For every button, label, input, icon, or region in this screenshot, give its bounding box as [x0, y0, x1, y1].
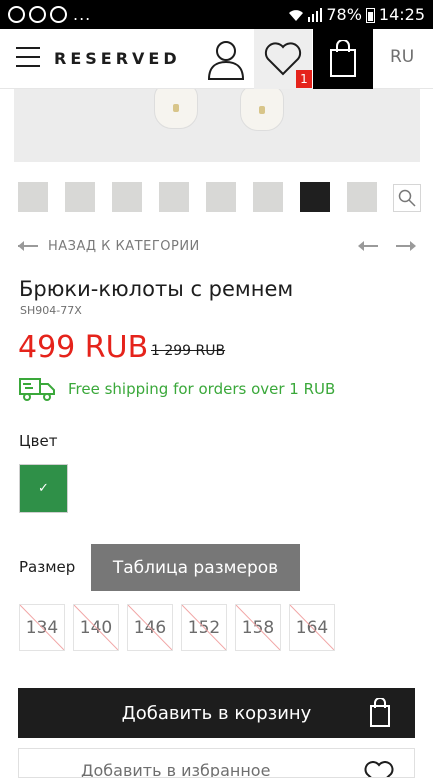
- wifi-icon: [289, 9, 304, 21]
- status-bar: ... 78% 14:25: [0, 0, 433, 29]
- magnifier-icon: [398, 189, 416, 207]
- truck-icon: [19, 378, 55, 401]
- system-icons: 78% 14:25: [288, 5, 425, 24]
- menu-icon[interactable]: [16, 47, 40, 67]
- color-swatch-green[interactable]: ✓: [19, 464, 68, 513]
- gallery-thumbnails: [18, 182, 377, 212]
- product-image[interactable]: [14, 89, 420, 162]
- size-options: 134 140 146 152 158 164: [19, 604, 335, 651]
- add-to-cart-button[interactable]: Добавить в корзину: [18, 688, 415, 738]
- battery-percent: 78%: [326, 5, 362, 24]
- product-image-shoe-right: [240, 89, 284, 131]
- size-option-unavailable[interactable]: 158: [235, 604, 281, 651]
- wishlist-count-badge: 1: [296, 70, 312, 88]
- gallery-thumb[interactable]: [253, 182, 283, 212]
- previous-product-arrow-icon[interactable]: [358, 241, 378, 251]
- add-to-favorites-button[interactable]: Добавить в избранное: [18, 748, 415, 778]
- gallery-thumb[interactable]: [347, 182, 377, 212]
- signal-icon: [308, 7, 323, 22]
- logo[interactable]: RESERVED: [54, 49, 181, 68]
- app-notification-icon: [50, 6, 67, 23]
- product-image-shoe-left: [154, 89, 198, 129]
- free-shipping-notice: Free shipping for orders over 1 RUB: [18, 376, 335, 402]
- gallery-thumb[interactable]: [159, 182, 189, 212]
- product-title: Брюки-кюлоты с ремнем: [19, 277, 294, 301]
- shopping-bag-icon: [330, 40, 356, 77]
- add-to-cart-label: Добавить в корзину: [121, 702, 312, 724]
- gallery-thumb[interactable]: [112, 182, 142, 212]
- gallery-thumb-active[interactable]: [300, 182, 330, 212]
- back-to-category-link[interactable]: НАЗАД К КАТЕГОРИИ: [48, 239, 200, 254]
- strike-through-icon: [236, 605, 280, 650]
- whatsapp-icon: [8, 6, 25, 23]
- site-header: RESERVED 1 RU: [0, 29, 433, 89]
- notification-icons: ...: [8, 5, 91, 24]
- size-option-unavailable[interactable]: 152: [181, 604, 227, 651]
- zoom-button[interactable]: [393, 184, 421, 212]
- check-icon: ✓: [38, 481, 49, 496]
- shopping-bag-icon: [370, 698, 390, 727]
- gallery-thumb[interactable]: [65, 182, 95, 212]
- gallery-thumb[interactable]: [18, 182, 48, 212]
- next-product-arrow-icon[interactable]: [396, 241, 416, 251]
- strike-through-icon: [182, 605, 226, 650]
- product-navigation: НАЗАД К КАТЕГОРИИ: [18, 236, 418, 256]
- current-price: 499 RUB: [18, 330, 149, 365]
- account-button[interactable]: [200, 29, 252, 89]
- user-icon: [207, 41, 245, 80]
- strike-through-icon: [20, 605, 64, 650]
- strike-through-icon: [74, 605, 118, 650]
- more-notifications: ...: [73, 5, 92, 24]
- arrow-left-icon[interactable]: [18, 241, 38, 251]
- strike-through-icon: [128, 605, 172, 650]
- free-shipping-text: Free shipping for orders over 1 RUB: [68, 380, 336, 398]
- clock: 14:25: [378, 5, 425, 24]
- size-label: Размер: [19, 558, 76, 576]
- color-label: Цвет: [19, 432, 58, 450]
- cart-button[interactable]: [313, 29, 373, 89]
- size-option-unavailable[interactable]: 134: [19, 604, 65, 651]
- size-chart-button[interactable]: Таблица размеров: [91, 544, 300, 591]
- size-option-unavailable[interactable]: 140: [73, 604, 119, 651]
- app-notification-icon: [29, 6, 46, 23]
- size-option-unavailable[interactable]: 146: [127, 604, 173, 651]
- old-price: 1 299 RUB: [151, 343, 226, 359]
- product-sku: SH904-77X: [20, 304, 82, 317]
- strike-through-icon: [290, 605, 334, 650]
- battery-icon: [365, 7, 375, 23]
- gallery-thumb[interactable]: [206, 182, 236, 212]
- size-option-unavailable[interactable]: 164: [289, 604, 335, 651]
- language-switcher[interactable]: RU: [390, 47, 414, 67]
